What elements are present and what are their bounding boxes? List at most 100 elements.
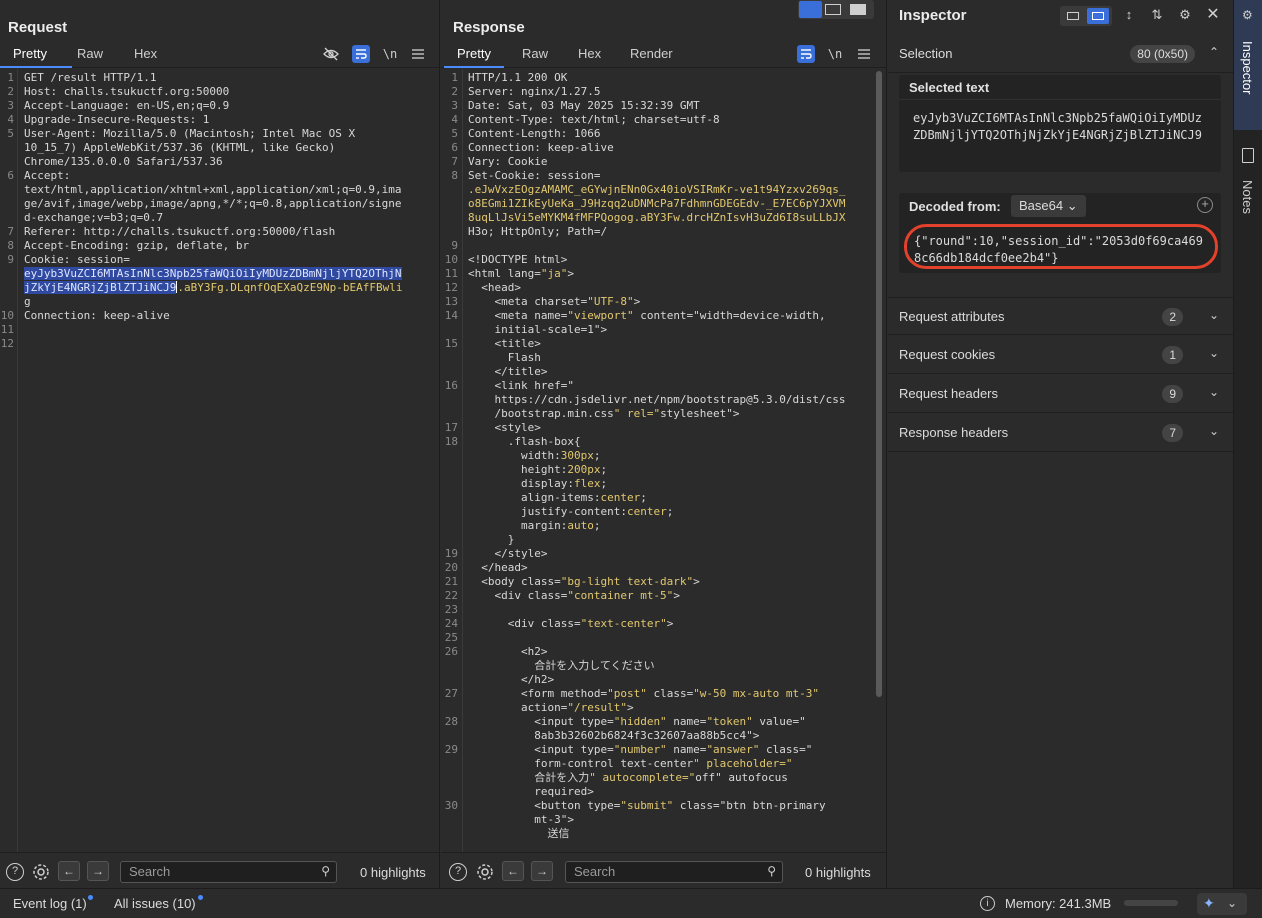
collapse-all-icon[interactable]: ⇅ [1146, 6, 1168, 24]
highlights-count: 0 highlights [805, 865, 871, 880]
line-text: Accept: [24, 169, 71, 182]
decoded-from-label: Decoded from: [909, 199, 1001, 214]
chevron-down-icon[interactable]: ⌄ [1209, 308, 1219, 322]
selected-text[interactable]: jZkYjE4NGRjZjBlZTJiNCJ9 [24, 281, 177, 294]
section-label: Request headers [899, 386, 999, 401]
line-text: <style> [468, 421, 541, 434]
line-number: 4 [451, 113, 458, 126]
all-issues-link[interactable]: All issues (10) [114, 896, 196, 911]
settings-gear-icon[interactable]: ⚙ [1174, 6, 1196, 24]
inspector-rail-tab[interactable]: ⚙ Inspector [1234, 0, 1262, 130]
section-count-badge: 7 [1162, 424, 1183, 442]
tab-raw[interactable]: Raw [77, 46, 103, 61]
request-tabs: Pretty Raw Hex [0, 44, 439, 68]
chevron-down-icon[interactable]: ⌄ [1209, 385, 1219, 399]
layout-right-icon[interactable] [1087, 8, 1109, 24]
layout-left-icon[interactable] [1062, 8, 1084, 24]
close-icon[interactable]: ✕ [1202, 6, 1224, 24]
line-text: </head> [468, 561, 528, 574]
selected-text[interactable]: eyJyb3VuZCI6MTAsInNlc3Npb25faWQiOiIyMDUz… [24, 267, 402, 280]
tab-render[interactable]: Render [630, 46, 673, 61]
request-editor[interactable]: 1 GET /result HTTP/1.1 2 Host: challs.tsuku… [0, 69, 439, 852]
line-text: g [24, 295, 31, 308]
menu-icon[interactable] [855, 45, 873, 63]
line-text: Flash [468, 351, 541, 364]
section-response-headers[interactable]: Response headers 7 ⌄ [888, 414, 1233, 452]
line-number: 6 [7, 169, 14, 182]
next-arrow-icon[interactable]: → [531, 861, 553, 881]
expand-all-icon[interactable]: ↕ [1118, 6, 1140, 24]
line-text: height:200px; [468, 463, 608, 476]
line-text: d-exchange;v=b3;q=0.7 [24, 211, 164, 224]
selection-label: Selection [899, 46, 953, 61]
line-number: 12 [444, 281, 458, 294]
line-text: /bootstrap.min.css" rel="stylesheet"> [468, 407, 740, 420]
settings-gear-icon[interactable] [475, 862, 495, 885]
line-number: 10 [0, 309, 14, 322]
line-text: </style> [468, 547, 548, 560]
chevron-down-icon[interactable]: ⌄ [1209, 424, 1219, 438]
decoding-select[interactable]: Base64 ⌄ [1011, 195, 1086, 217]
section-request-cookies[interactable]: Request cookies 1 ⌄ [888, 336, 1233, 374]
side-rail: ⚙ Inspector Notes [1233, 0, 1262, 888]
single-pane-icon[interactable] [850, 4, 866, 15]
line-text: Chrome/135.0.0.0 Safari/537.36 [24, 155, 223, 168]
line-number: 7 [451, 155, 458, 168]
section-count-badge: 1 [1162, 346, 1183, 364]
split-horizontal-icon[interactable] [825, 4, 841, 15]
chevron-up-icon[interactable]: ⌃ [1209, 45, 1219, 59]
help-icon[interactable]: ? [449, 863, 467, 881]
previous-arrow-icon[interactable]: ← [58, 861, 80, 881]
line-number: 7 [7, 225, 14, 238]
line-number: 22 [444, 589, 458, 602]
split-vertical-icon[interactable] [799, 1, 822, 18]
line-text: Referer: http://challs.tsukuctf.org:5000… [24, 225, 336, 238]
inspector-panel: Inspector ↕ ⇅ ⚙ ✕ Selection 80 (0x50) ⌃ … [888, 0, 1233, 888]
line-number: 2 [7, 85, 14, 98]
selection-badge: 80 (0x50) [1130, 45, 1195, 63]
chevron-down-icon[interactable]: ⌄ [1209, 346, 1219, 360]
line-text: <input type="hidden" name="token" value=… [468, 715, 806, 728]
ai-assistant-button[interactable]: ✦ ⌄ [1197, 893, 1247, 915]
hide-eye-icon[interactable] [322, 45, 340, 63]
add-decoding-icon[interactable]: + [1197, 197, 1213, 213]
help-icon[interactable]: ? [6, 863, 24, 881]
tab-raw[interactable]: Raw [522, 46, 548, 61]
next-arrow-icon[interactable]: → [87, 861, 109, 881]
response-title: Response [453, 19, 525, 36]
scrollbar-thumb[interactable] [876, 71, 882, 697]
search-input[interactable] [574, 864, 754, 879]
search-input[interactable] [129, 864, 309, 879]
section-request-headers[interactable]: Request headers 9 ⌄ [888, 375, 1233, 413]
selection-row[interactable]: Selection 80 (0x50) ⌃ [888, 35, 1233, 73]
line-text: mt-3"> [468, 813, 574, 826]
selected-text-value[interactable]: eyJyb3VuZCI6MTAsInNlc3Npb25faWQiOiIyMDUz… [913, 110, 1209, 144]
section-count-badge: 2 [1162, 308, 1183, 326]
tab-pretty[interactable]: Pretty [13, 46, 47, 61]
search-icon: ⚲ [767, 864, 776, 878]
tab-pretty[interactable]: Pretty [457, 46, 491, 61]
notes-rail-tab[interactable]: Notes [1234, 142, 1262, 232]
request-panel: Request Pretty Raw Hex \n 1 GET /result H… [0, 0, 440, 888]
line-number: 8 [451, 169, 458, 182]
response-editor[interactable]: 1 HTTP/1.1 200 OK 2 Server: nginx/1.27.5 3 Da… [441, 69, 886, 852]
settings-gear-icon[interactable] [31, 862, 51, 885]
newline-toggle-icon[interactable]: \n [826, 45, 844, 63]
wrap-lines-icon[interactable] [797, 45, 815, 63]
info-icon[interactable]: i [980, 896, 995, 911]
wrap-lines-icon[interactable] [352, 45, 370, 63]
issues-dot [198, 895, 203, 900]
section-label: Request attributes [899, 309, 1005, 324]
menu-icon[interactable] [409, 45, 427, 63]
section-request-attributes[interactable]: Request attributes 2 ⌄ [888, 297, 1233, 335]
newline-toggle-icon[interactable]: \n [381, 45, 399, 63]
event-log-link[interactable]: Event log (1) [13, 896, 87, 911]
chevron-down-icon: ⌄ [1227, 896, 1238, 910]
line-text: Connection: keep-alive [468, 141, 614, 154]
response-scrollbar[interactable] [876, 71, 882, 850]
tab-hex[interactable]: Hex [578, 46, 601, 61]
previous-arrow-icon[interactable]: ← [502, 861, 524, 881]
tab-hex[interactable]: Hex [134, 46, 157, 61]
layout-toggle-group [798, 0, 874, 19]
line-text: <button type="submit" class="btn btn-pri… [468, 799, 826, 812]
